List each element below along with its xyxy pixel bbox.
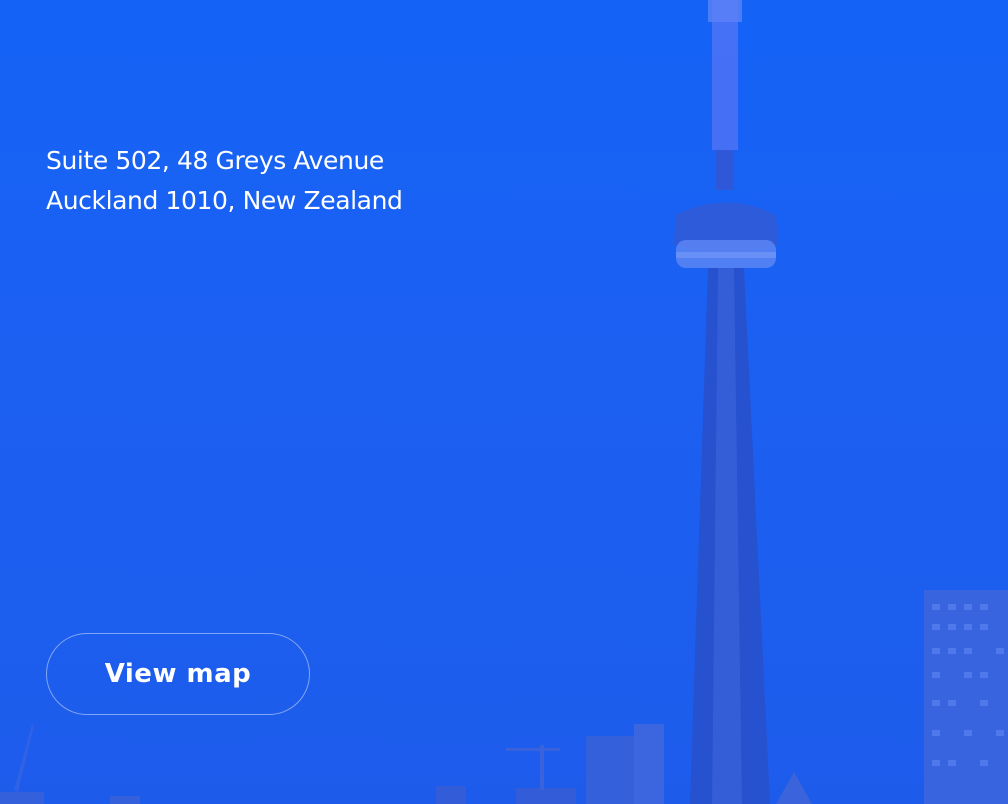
address-line-2: Auckland 1010, New Zealand	[46, 186, 403, 215]
address-block: Suite 502, 48 Greys Avenue Auckland 1010…	[46, 141, 403, 221]
location-hero: Suite 502, 48 Greys Avenue Auckland 1010…	[0, 0, 1008, 804]
view-map-button[interactable]: View map	[46, 633, 310, 715]
address-line-1: Suite 502, 48 Greys Avenue	[46, 146, 384, 175]
